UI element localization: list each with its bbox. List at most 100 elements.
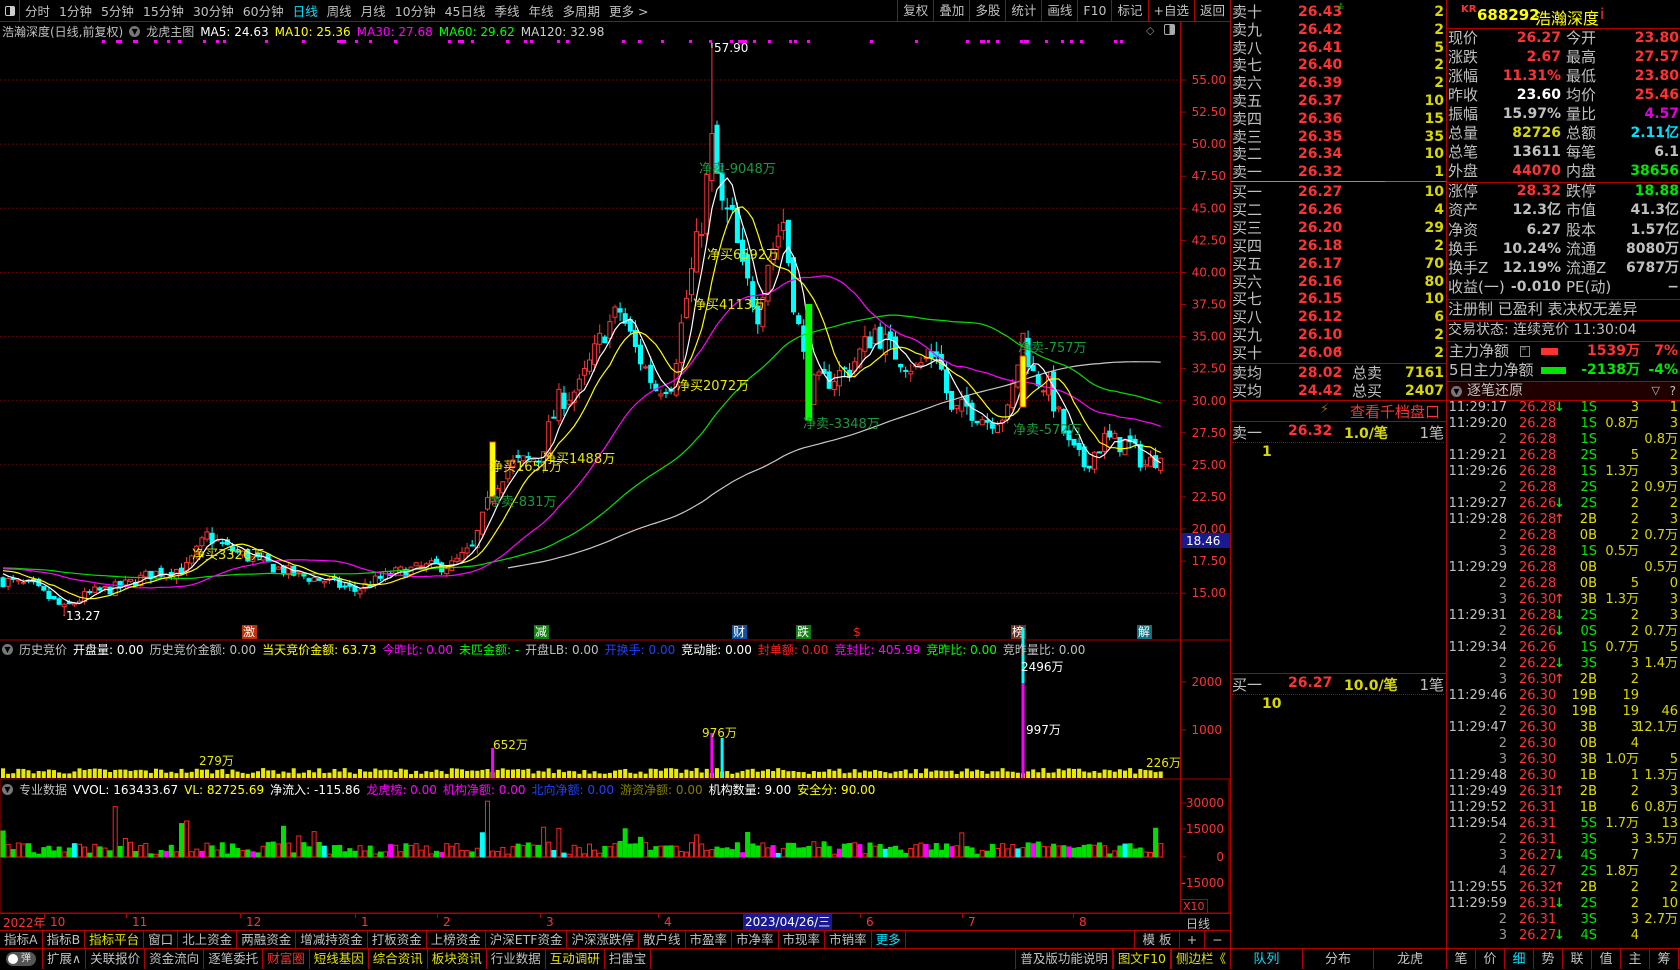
indicator-tab[interactable]: 打板资金 xyxy=(368,931,427,948)
tick-row[interactable]: 326.303B1.0万5 xyxy=(1446,752,1680,768)
tick-row[interactable]: 226.281S0.8万 xyxy=(1446,432,1680,448)
tick-row[interactable]: 11:29:3426.261S0.7万5 xyxy=(1446,640,1680,656)
indicator-tab[interactable]: 市现率 xyxy=(779,931,826,948)
tick-row[interactable]: 11:29:2126.282S52 xyxy=(1446,448,1680,464)
indicator-tab[interactable]: 指标平台 xyxy=(85,931,144,948)
tick-row[interactable]: 326.30↑3B1.3万3 xyxy=(1446,592,1680,608)
indicator-tab[interactable]: 沪深涨跌停 xyxy=(567,931,639,948)
function-tab[interactable]: 逐笔委托 xyxy=(204,949,263,969)
zoom-out-button[interactable]: − xyxy=(1205,931,1230,948)
tick-row[interactable]: 226.313S33.5万 xyxy=(1446,832,1680,848)
indicator-tab[interactable]: 市净率 xyxy=(732,931,779,948)
tick-row[interactable]: 11:29:3126.28↓2S23 xyxy=(1446,608,1680,624)
indicator-tab[interactable]: 指标B xyxy=(43,931,86,948)
function-tab[interactable]: 板块资讯 xyxy=(428,949,487,969)
chevron-down-icon[interactable]: ▼ xyxy=(2,784,13,795)
toggle-switch[interactable]: 弹 xyxy=(6,952,36,966)
detail-tab[interactable]: 势 xyxy=(1534,949,1563,969)
indicator-title[interactable]: 专业数据 xyxy=(19,781,67,798)
ask-level[interactable]: 卖八26.415 xyxy=(1232,39,1444,57)
bid-level[interactable]: 买二26.264 xyxy=(1232,201,1444,219)
function-link[interactable]: 普及版功能说明 xyxy=(1015,949,1113,969)
function-link[interactable]: 图文F10 xyxy=(1113,949,1171,969)
function-tab[interactable]: 扫雷宝 xyxy=(605,949,652,969)
tick-row[interactable]: 11:29:5926.31↓2S210 xyxy=(1446,896,1680,912)
tick-row[interactable]: 11:29:2826.28↑2B23 xyxy=(1446,512,1680,528)
tick-row[interactable]: 11:29:4726.303B312.1万 xyxy=(1446,720,1680,736)
tick-row[interactable]: 226.3019B1946 xyxy=(1446,704,1680,720)
zoom-in-button[interactable]: + xyxy=(1180,931,1205,948)
indicator-title[interactable]: 历史竞价 xyxy=(19,641,67,658)
indicator-tab[interactable]: 市盈率 xyxy=(686,931,733,948)
ask-level[interactable]: 卖二26.3410 xyxy=(1232,145,1444,163)
function-tab[interactable]: 资金流向 xyxy=(145,949,204,969)
indicator-tab[interactable]: 沪深ETF资金 xyxy=(486,931,568,948)
tick-row[interactable]: 11:29:2926.280B0.5万 xyxy=(1446,560,1680,576)
tick-row[interactable]: 226.313S32.7万 xyxy=(1446,912,1680,928)
bid-level[interactable]: 买九26.102 xyxy=(1232,326,1444,344)
indicator-tab[interactable]: 北上资金 xyxy=(178,931,237,948)
indicator-tab[interactable]: 窗口 xyxy=(144,931,178,948)
tick-row[interactable]: 326.30↑2B2 xyxy=(1446,672,1680,688)
depth-link[interactable]: 查看千档盘口 xyxy=(1350,401,1440,422)
bid-level[interactable]: 买七26.1510 xyxy=(1232,290,1444,308)
tick-row[interactable]: 11:29:5226.311B60.8万 xyxy=(1446,800,1680,816)
tick-row[interactable]: 326.27↓4S4 xyxy=(1446,928,1680,944)
indicator-tab[interactable]: 市销率 xyxy=(825,931,872,948)
chevron-down-icon[interactable]: ▼ xyxy=(2,644,13,655)
function-link[interactable]: 侧边栏《 xyxy=(1171,949,1230,969)
tick-row[interactable]: 11:29:2726.26↓2S22 xyxy=(1446,496,1680,512)
ask-level[interactable]: 卖四26.3615 xyxy=(1232,110,1444,128)
ask-level[interactable]: 卖三26.3535 xyxy=(1232,128,1444,146)
function-tab[interactable]: 短线基因 xyxy=(310,949,369,969)
tick-row[interactable]: 11:29:2026.281S0.8万3 xyxy=(1446,416,1680,432)
queue-row[interactable]: 卖一26.321.0/笔1笔1 xyxy=(1232,422,1444,462)
orderbook-tab[interactable]: 队列 xyxy=(1231,949,1303,969)
ask-level[interactable]: 卖九26.422 xyxy=(1232,21,1444,39)
chevron-down-icon[interactable]: ▼ xyxy=(1451,386,1462,397)
queue-row[interactable]: 买一26.2710.0/笔1笔10 xyxy=(1232,674,1444,714)
tick-row[interactable]: 326.27↓4S7 xyxy=(1446,848,1680,864)
ask-level[interactable]: 卖五26.3710 xyxy=(1232,92,1444,110)
bid-level[interactable]: 买八26.126 xyxy=(1232,308,1444,326)
function-tab[interactable]: 关联报价 xyxy=(86,949,145,969)
details-icon[interactable]: ≡ xyxy=(1520,346,1530,357)
tick-row[interactable]: 11:29:5426.315S1.7万13 xyxy=(1446,816,1680,832)
bid-level[interactable]: 买四26.182 xyxy=(1232,237,1444,255)
tick-row[interactable]: 226.300B4 xyxy=(1446,736,1680,752)
bid-level[interactable]: 买六26.1680 xyxy=(1232,273,1444,291)
tick-row[interactable]: 11:29:5526.32↑2B22 xyxy=(1446,880,1680,896)
detail-tab[interactable]: 价 xyxy=(1476,949,1505,969)
orderbook-tab[interactable]: 龙虎 xyxy=(1374,949,1446,969)
template-button[interactable]: 模 板 xyxy=(1134,931,1180,948)
indicator-tab[interactable]: 增减持资金 xyxy=(296,931,368,948)
tick-row[interactable]: 11:29:4626.3019B19 xyxy=(1446,688,1680,704)
function-tab[interactable]: 综合资讯 xyxy=(369,949,428,969)
tick-row[interactable]: 226.282S20.9万 xyxy=(1446,480,1680,496)
function-tab[interactable]: 财富圈 xyxy=(263,949,310,969)
detail-tab[interactable]: 筹 xyxy=(1650,949,1679,969)
function-tab[interactable]: 行业数据 xyxy=(487,949,546,969)
info-icon[interactable]: i xyxy=(1600,5,1604,23)
indicator-tab[interactable]: 更多 xyxy=(872,931,906,948)
indicator-tab[interactable]: 两融资金 xyxy=(237,931,296,948)
tick-row[interactable]: 11:29:2626.281S1.3万3 xyxy=(1446,464,1680,480)
tick-row[interactable]: 11:29:4926.31↑2B23 xyxy=(1446,784,1680,800)
tick-row[interactable]: 226.280B50 xyxy=(1446,576,1680,592)
detail-tab[interactable]: 笔 xyxy=(1447,949,1476,969)
orderbook-tab[interactable]: 分布 xyxy=(1303,949,1375,969)
function-tab[interactable]: 扩展∧ xyxy=(43,949,86,969)
tick-row[interactable]: 226.26↓0S20.7万 xyxy=(1446,624,1680,640)
tick-row[interactable]: 226.22↓3S31.4万 xyxy=(1446,656,1680,672)
ask-level[interactable]: 卖六26.392 xyxy=(1232,74,1444,92)
help-icon[interactable]: ? xyxy=(1670,382,1676,400)
detail-tab[interactable]: 主 xyxy=(1621,949,1650,969)
bid-level[interactable]: 买五26.1770 xyxy=(1232,255,1444,273)
detail-tab[interactable]: 细 xyxy=(1505,949,1534,969)
tick-row[interactable]: 11:29:1726.28↓1S31 xyxy=(1446,400,1680,416)
filter-icon[interactable]: ▽ xyxy=(1652,382,1660,400)
ask-level[interactable]: 卖一26.321 xyxy=(1232,163,1444,181)
indicator-tab[interactable]: 上榜资金 xyxy=(427,931,486,948)
function-tab[interactable]: 互动调研 xyxy=(546,949,605,969)
indicator-tab[interactable]: 指标A xyxy=(0,931,43,948)
